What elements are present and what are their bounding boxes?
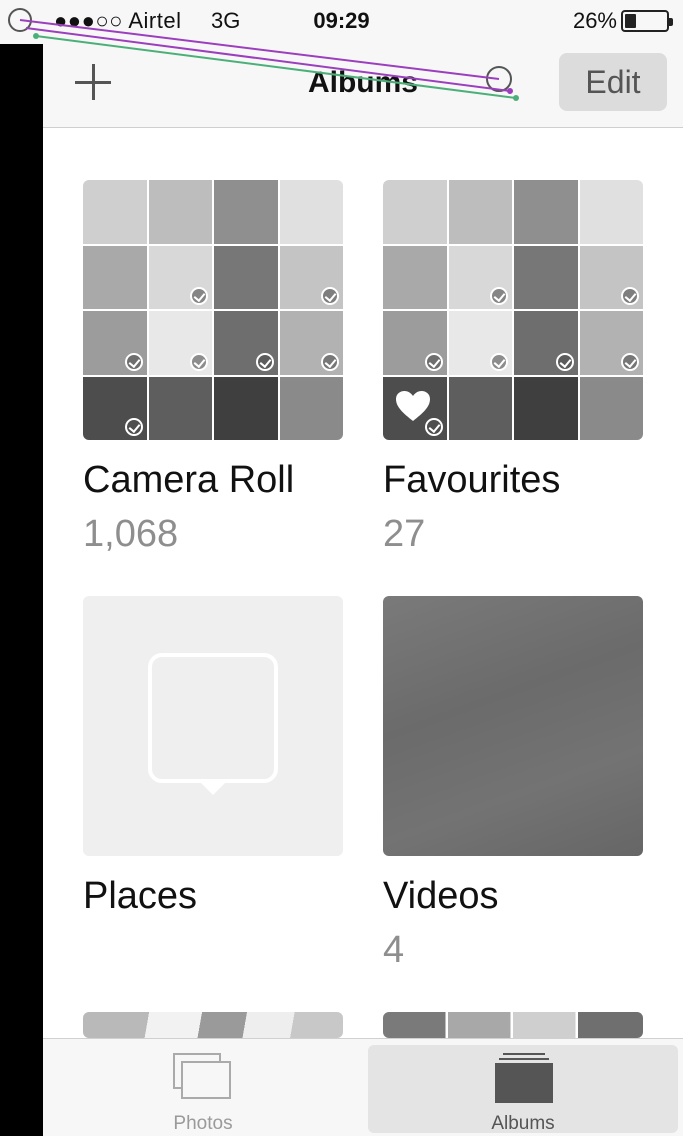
photo-tile	[83, 245, 147, 309]
photo-tile	[214, 376, 278, 440]
photo-tile	[579, 376, 643, 440]
photo-tile	[214, 245, 278, 309]
tab-bar: Photos Albums	[43, 1038, 683, 1136]
checkmark-icon	[190, 287, 208, 305]
tab-albums[interactable]: Albums	[368, 1045, 678, 1134]
checkmark-icon	[321, 352, 339, 371]
photo-tile	[448, 180, 512, 244]
heart-icon	[396, 391, 430, 421]
tab-label: Photos	[173, 1113, 233, 1134]
battery-icon	[621, 10, 673, 32]
album-thumbnail[interactable]	[383, 180, 643, 440]
map-pin-tail	[199, 781, 227, 795]
checkmark-icon	[124, 418, 143, 436]
album-name: Favourites	[383, 459, 561, 501]
photo-tile	[148, 245, 212, 309]
photo-tile	[514, 311, 578, 375]
photo-tile	[383, 180, 447, 244]
map-pin-icon	[148, 653, 278, 783]
album-name: Places	[83, 875, 198, 917]
album-videos[interactable]: Videos 4	[383, 596, 643, 972]
photo-tile	[579, 245, 643, 309]
album-thumbnail[interactable]	[83, 180, 343, 440]
photo-tile	[279, 245, 343, 309]
photo-tile	[148, 180, 212, 244]
checkmark-icon	[190, 352, 208, 371]
checkmark-icon	[621, 287, 639, 305]
navigation-bar: Albums Edit	[43, 44, 683, 128]
album-favourites[interactable]: Favourites 27	[383, 180, 643, 556]
album-partial-right[interactable]	[383, 1012, 643, 1038]
photo-tile	[448, 376, 512, 440]
photo-tile	[148, 376, 212, 440]
album-count: 27	[383, 513, 426, 555]
photo-tile	[279, 376, 343, 440]
album-count: 4	[383, 929, 405, 971]
album-count: 1,068	[83, 513, 179, 555]
photo-tile	[448, 245, 512, 309]
tab-label: Albums	[491, 1113, 555, 1134]
checkmark-icon	[255, 352, 274, 371]
photo-tile	[83, 376, 147, 440]
photo-tile	[579, 180, 643, 244]
album-partial-left[interactable]	[83, 1012, 343, 1038]
checkmark-icon	[490, 352, 508, 371]
edit-button[interactable]: Edit	[559, 53, 667, 111]
album-name: Videos	[383, 875, 499, 917]
album-thumbnail[interactable]	[83, 596, 343, 856]
battery-percent: 26%	[572, 8, 617, 33]
photo-tile	[514, 245, 578, 309]
photo-tile	[148, 311, 212, 375]
photo-tile	[383, 311, 447, 375]
photo-tile	[214, 180, 278, 244]
checkmark-icon	[621, 352, 639, 371]
checkmark-icon	[321, 287, 339, 305]
status-bar: ●●●○○ Airtel 3G 09:29 26%	[0, 0, 683, 44]
albums-folder-icon	[495, 1053, 553, 1103]
photo-tile	[279, 311, 343, 375]
checkmark-icon	[555, 352, 574, 371]
photo-tile	[383, 245, 447, 309]
photo-tile	[514, 376, 578, 440]
checkmark-icon	[124, 352, 143, 371]
album-name: Camera Roll	[83, 459, 295, 501]
photo-tile	[83, 180, 147, 244]
photo-tile	[579, 311, 643, 375]
photo-tile	[279, 180, 343, 244]
photo-mosaic	[83, 180, 343, 440]
photo-tile	[83, 311, 147, 375]
left-black-bar	[0, 44, 43, 1136]
photo-tile	[448, 311, 512, 375]
album-places[interactable]: Places	[83, 596, 343, 918]
photo-tile	[514, 180, 578, 244]
photos-stack-icon	[173, 1053, 231, 1099]
album-camera-roll[interactable]: Camera Roll 1,068	[83, 180, 343, 556]
checkmark-icon	[424, 352, 443, 371]
album-thumbnail[interactable]	[383, 596, 643, 856]
tab-photos[interactable]: Photos	[143, 1045, 263, 1134]
album-thumbnail[interactable]	[383, 1012, 643, 1038]
album-thumbnail[interactable]	[83, 1012, 343, 1038]
screen: ●●●○○ Airtel 3G 09:29 26% Albums Edit Ca…	[0, 0, 683, 1136]
photo-tile	[214, 311, 278, 375]
checkmark-icon	[490, 287, 508, 305]
